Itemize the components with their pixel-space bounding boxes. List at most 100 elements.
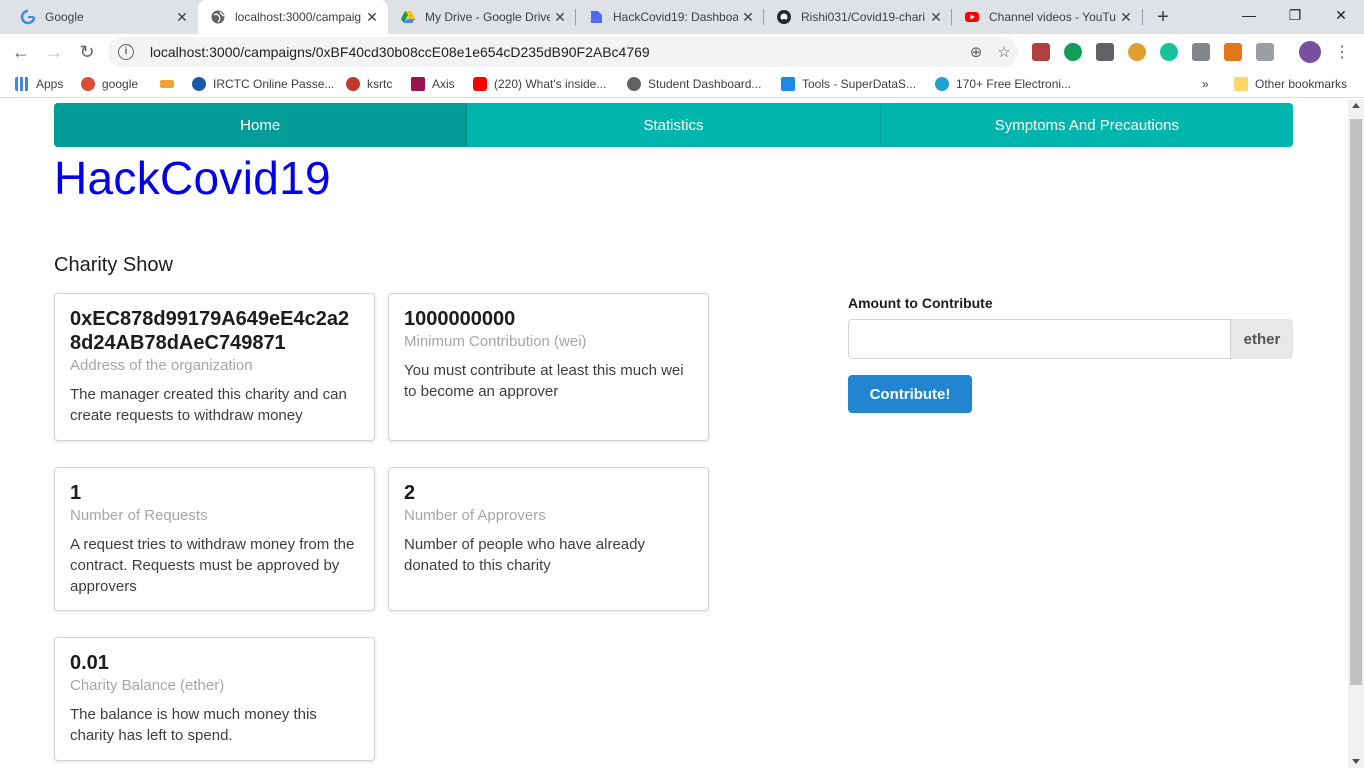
bookmark-ksrtc[interactable]: ksrtc [346,75,392,93]
bookmark-apps[interactable]: Apps [15,75,63,93]
bookmark-label: Axis [432,77,455,91]
grammarly-extension-icon[interactable] [1160,43,1178,61]
card-header: 1000000000 [404,308,516,330]
bookmark-label: (220) What's inside... [494,77,607,91]
more-menu-icon[interactable]: ⋮ [1330,40,1354,64]
tab-title: My Drive - Google Drive [425,10,550,24]
bookmark-label: Student Dashboard... [648,77,762,91]
card-approvers: 2 Number of Approvers Number of people w… [388,467,709,611]
tab-drive[interactable]: My Drive - Google Drive ✕ [388,0,576,34]
evernote-extension-icon[interactable] [1064,43,1082,61]
bookmark-irctc-small[interactable] [160,75,181,93]
tab-youtube[interactable]: Channel videos - YouTu ✕ [952,0,1142,34]
new-tab-button[interactable]: + [1151,6,1175,28]
scrollbar-thumb[interactable] [1350,119,1362,685]
ether-unit-label: ether [1231,319,1293,359]
e-icon [935,77,949,91]
t-extension-icon[interactable] [1256,43,1274,61]
bookmark-other[interactable]: Other bookmarks [1234,75,1347,93]
globe-icon [210,9,226,25]
window-close-button[interactable]: ✕ [1318,0,1364,30]
tab-google[interactable]: Google ✕ [8,0,198,34]
address-bar[interactable]: i localhost:3000/campaigns/0xBF40cd30b08… [108,37,1018,67]
card-description: The manager created this charity and can… [70,386,347,424]
page-viewport: Home Statistics Symptoms And Precautions… [0,99,1348,768]
card-description: The balance is how much money this chari… [70,706,317,744]
cookie-extension-icon[interactable] [1128,43,1146,61]
tab-title: HackCovid19: Dashboar [613,10,738,24]
tab-divider [1142,9,1143,25]
bookmark-label: Other bookmarks [1255,77,1348,91]
close-icon[interactable]: ✕ [926,9,946,26]
card-meta: Number of Approvers [404,507,546,524]
main-menu: Home Statistics Symptoms And Precautions [54,103,1293,147]
bookmarks-overflow-icon[interactable]: » [1202,75,1209,93]
menu-item-statistics[interactable]: Statistics [467,103,881,147]
s-icon [781,77,795,91]
zoom-icon[interactable]: ⊕ [962,43,990,61]
card-meta: Minimum Contribution (wei) [404,333,587,350]
tab-title: Channel videos - YouTu [989,10,1116,24]
globe-icon [627,77,641,91]
forward-arrow-icon[interactable]: → [42,40,66,64]
bookmark-label: 170+ Free Electroni... [956,77,1072,91]
stats-extension-icon[interactable] [1192,43,1210,61]
menu-item-symptoms[interactable]: Symptoms And Precautions [881,103,1293,147]
menu-item-home[interactable]: Home [54,103,468,147]
info-icon[interactable]: i [118,44,134,60]
card-address: 0xEC878d99179A649eE4c2a28d24AB78dAeC7498… [54,293,375,441]
drive-icon [400,9,416,25]
pdf-extension-icon[interactable] [1032,43,1050,61]
bookmark-student-dashboard[interactable]: Student Dashboard... [627,75,761,93]
bookmark-irctc[interactable]: IRCTC Online Passe... [192,75,334,93]
tab-divider [951,9,952,25]
close-icon[interactable]: ✕ [550,9,570,26]
tab-localhost[interactable]: localhost:3000/campaig ✕ [198,0,388,34]
brand-title[interactable]: HackCovid19 [54,151,331,205]
google-plus-icon [81,77,95,91]
bookmark-axis[interactable]: Axis [411,75,455,93]
metamask-extension-icon[interactable] [1224,43,1242,61]
star-icon[interactable]: ☆ [990,43,1018,61]
youtube-icon [473,77,487,91]
tab-title: localhost:3000/campaig [235,10,362,24]
google-icon [20,9,36,25]
reload-icon[interactable]: ↻ [75,40,99,64]
youtube-icon [964,9,980,25]
card-meta: Address of the organization [70,357,253,374]
bookmark-tools[interactable]: Tools - SuperDataS... [781,75,916,93]
back-arrow-icon[interactable]: ← [9,40,33,64]
page-title: Charity Show [54,254,173,276]
bookmark-label: Apps [36,77,64,91]
bookmark-label: ksrtc [367,77,393,91]
ksrtc-icon [346,77,360,91]
tab-dashboard[interactable]: HackCovid19: Dashboar ✕ [576,0,764,34]
vertical-scrollbar[interactable] [1348,99,1364,768]
irctc-logo-icon [192,77,206,91]
contribute-button[interactable]: Contribute! [848,375,972,413]
bookmark-youtube[interactable]: (220) What's inside... [473,75,606,93]
close-icon[interactable]: ✕ [738,9,758,26]
url-text[interactable]: localhost:3000/campaigns/0xBF40cd30b08cc… [150,44,962,60]
close-icon[interactable]: ✕ [172,9,192,26]
bookmark-google[interactable]: google [81,75,138,93]
avatar[interactable] [1299,41,1321,63]
tab-github[interactable]: Rishi031/Covid19-chari ✕ [764,0,952,34]
card-meta: Number of Requests [70,507,208,524]
restore-button[interactable]: ❐ [1272,0,1318,30]
bookmark-label: google [102,77,139,91]
card-meta: Charity Balance (ether) [70,677,225,694]
contribute-form: Amount to Contribute ether Contribute! [848,295,1293,413]
tab-title: Rishi031/Covid19-chari [801,10,926,24]
scroll-up-arrow-icon[interactable] [1352,103,1360,108]
cube-extension-icon[interactable] [1096,43,1114,61]
bookmark-electronics[interactable]: 170+ Free Electroni... [935,75,1071,93]
minimize-button[interactable]: — [1226,0,1272,30]
tab-strip: Google ✕ localhost:3000/campaig ✕ My Dri… [0,0,1364,34]
close-icon[interactable]: ✕ [362,9,382,26]
folder-icon [1234,77,1248,91]
scroll-down-arrow-icon[interactable] [1352,759,1360,764]
close-icon[interactable]: ✕ [1116,9,1136,26]
amount-input[interactable] [848,319,1231,359]
card-header: 1 [70,482,82,504]
